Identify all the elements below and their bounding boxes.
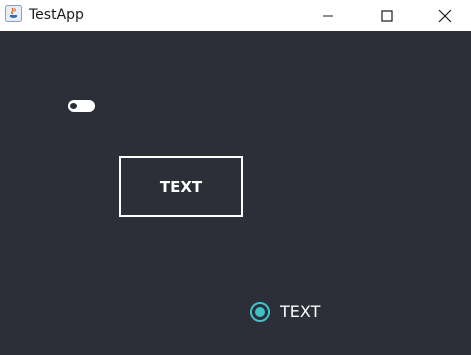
maximize-button[interactable] xyxy=(359,0,415,31)
java-app-icon xyxy=(5,5,22,22)
radio-option[interactable]: TEXT xyxy=(250,302,320,322)
minimize-icon xyxy=(322,10,334,22)
text-button[interactable]: TEXT xyxy=(119,156,243,217)
close-button[interactable] xyxy=(417,0,471,31)
window-title: TestApp xyxy=(29,7,84,23)
radio-circle[interactable] xyxy=(250,302,270,322)
minimize-button[interactable] xyxy=(300,0,356,31)
title-bar: TestApp xyxy=(0,0,471,31)
radio-label: TEXT xyxy=(280,302,321,321)
maximize-icon xyxy=(381,9,393,22)
radio-selected-dot xyxy=(255,307,265,317)
content-area: TEXT TEXT xyxy=(0,31,471,355)
toggle-switch[interactable] xyxy=(68,100,95,112)
toggle-knob xyxy=(70,103,77,109)
close-icon xyxy=(438,9,452,23)
